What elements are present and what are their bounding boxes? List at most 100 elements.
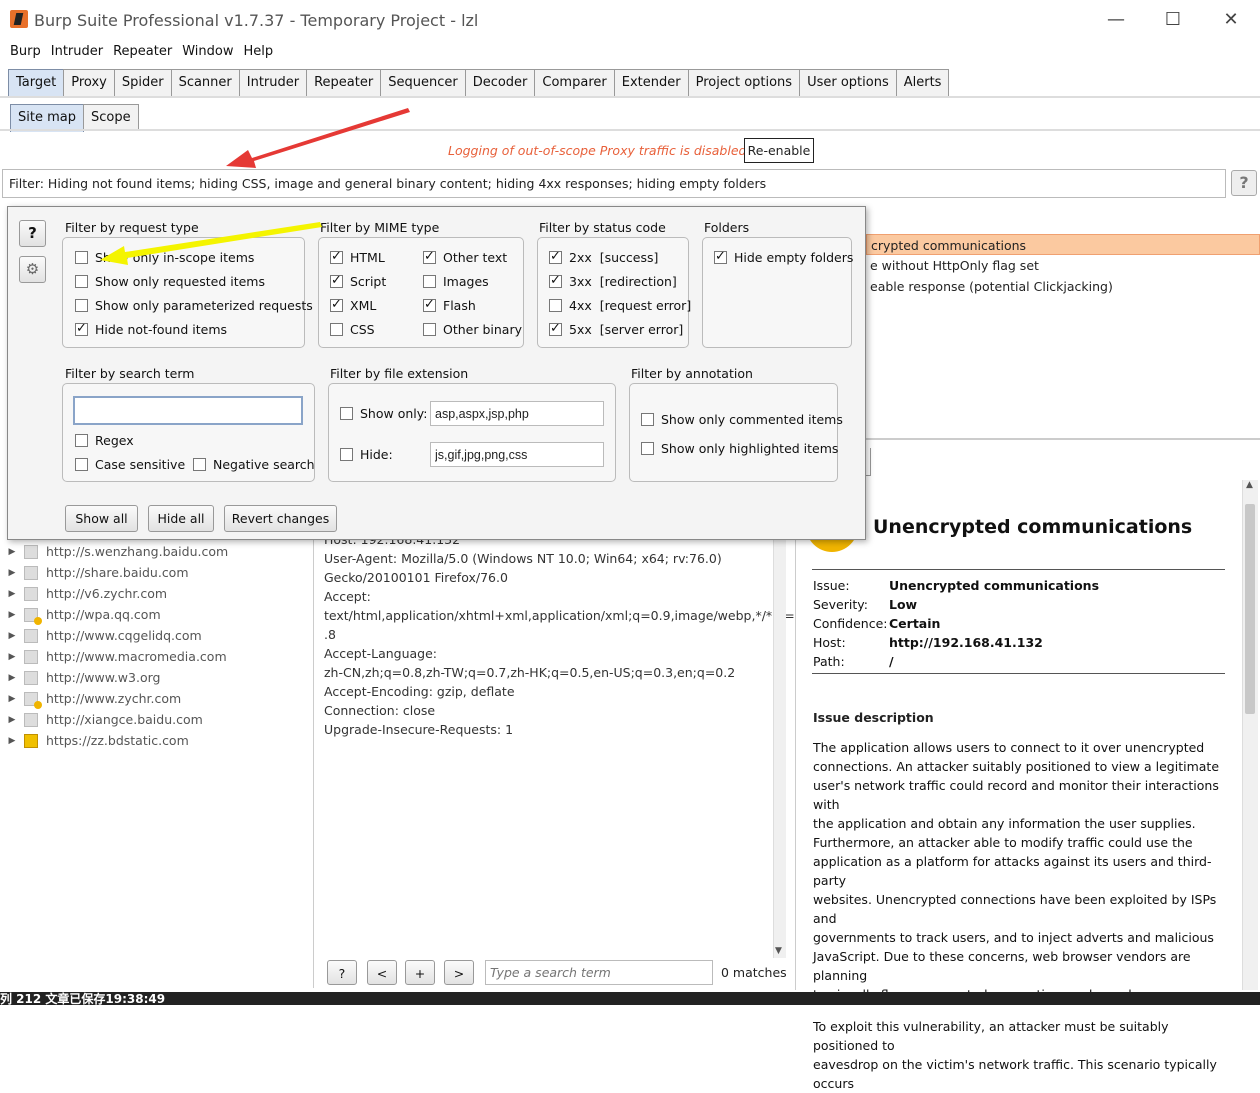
tab-target[interactable]: Target <box>8 69 65 97</box>
tree-node[interactable]: ▶ http://wpa.qq.com <box>6 604 313 625</box>
request-line: User-Agent: Mozilla/5.0 (Windows NT 10.0… <box>324 551 722 566</box>
search-term-label: Filter by search term <box>65 366 195 381</box>
request-line: Accept-Encoding: gzip, deflate <box>324 684 515 699</box>
tab-user-options[interactable]: User options <box>799 69 897 96</box>
parameterized-checkbox[interactable]: Show only parameterized requests <box>75 298 313 313</box>
show-only-ext-checkbox[interactable]: Show only: <box>340 406 427 421</box>
search-term-input[interactable] <box>73 396 303 425</box>
tree-node[interactable]: ▶ http://share.baidu.com <box>6 562 313 583</box>
search-next-button[interactable]: > <box>444 960 474 985</box>
regex-checkbox[interactable]: Regex <box>75 433 134 448</box>
burp-logo-icon <box>10 10 28 28</box>
annotation-group <box>629 383 838 482</box>
requested-checkbox[interactable]: Show only requested items <box>75 274 265 289</box>
advisory-rule <box>812 569 1225 570</box>
request-scrollbar[interactable]: ▼ <box>773 540 786 958</box>
mime-othertext-checkbox[interactable]: Other text <box>423 249 507 265</box>
revert-changes-button[interactable]: Revert changes <box>224 505 337 532</box>
hide-empty-folders-checkbox[interactable]: Hide empty folders <box>714 249 853 265</box>
show-all-button[interactable]: Show all <box>65 505 138 532</box>
issues-list: crypted communications e without HttpOnl… <box>866 232 1260 440</box>
menu-burp[interactable]: Burp <box>7 40 44 64</box>
reenable-button[interactable]: Re-enable <box>744 138 814 163</box>
status-4xx-checkbox[interactable]: 4xx [request error] <box>549 298 691 313</box>
issues-divider <box>866 438 1260 440</box>
request-viewer: Host: 192.168.41.132 User-Agent: Mozilla… <box>316 532 803 988</box>
search-add-button[interactable]: + <box>405 960 435 985</box>
hide-ext-checkbox[interactable]: Hide: <box>340 447 393 462</box>
gear-icon[interactable]: ⚙ <box>19 256 46 283</box>
mime-images-checkbox[interactable]: Images <box>423 274 489 289</box>
hide-all-button[interactable]: Hide all <box>148 505 214 532</box>
issue-row[interactable]: crypted communications <box>866 234 1260 255</box>
tab-sequencer[interactable]: Sequencer <box>380 69 466 96</box>
tree-node[interactable]: ▶ http://s.wenzhang.baidu.com <box>6 541 313 562</box>
maximize-button[interactable]: ☐ <box>1153 6 1193 34</box>
tree-node[interactable]: ▶ http://www.cqgelidq.com <box>6 625 313 646</box>
tab-spider[interactable]: Spider <box>113 69 172 96</box>
tab-repeater[interactable]: Repeater <box>306 69 382 96</box>
tree-node[interactable]: ▶ http://www.zychr.com <box>6 688 313 709</box>
request-line: Gecko/20100101 Firefox/76.0 <box>324 570 508 585</box>
menu-repeater[interactable]: Repeater <box>110 40 175 64</box>
tree-node[interactable]: ▶ http://www.macromedia.com <box>6 646 313 667</box>
filter-popup: ? ⚙ Filter by request type Show only in-… <box>7 206 866 540</box>
issue-row[interactable]: e without HttpOnly flag set <box>866 255 1260 276</box>
menu-intruder[interactable]: Intruder <box>48 40 106 64</box>
show-only-ext-input[interactable] <box>430 401 604 426</box>
tab-extender[interactable]: Extender <box>613 69 689 96</box>
filter-help-button[interactable]: ? <box>1231 170 1257 196</box>
tree-node[interactable]: ▶ http://xiangce.baidu.com <box>6 709 313 730</box>
annotation-label: Filter by annotation <box>631 366 753 381</box>
close-button[interactable]: ✕ <box>1211 6 1251 34</box>
request-type-label: Filter by request type <box>65 220 199 235</box>
mime-otherbinary-checkbox[interactable]: Other binary <box>423 322 522 337</box>
negative-search-checkbox[interactable]: Negative search <box>193 457 315 472</box>
issue-row[interactable]: eable response (potential Clickjacking) <box>866 276 1260 297</box>
mime-flash-checkbox[interactable]: Flash <box>423 297 476 313</box>
tab-project-options[interactable]: Project options <box>687 69 801 96</box>
status-3xx-checkbox[interactable]: 3xx [redirection] <box>549 273 677 289</box>
menu-window[interactable]: Window <box>179 40 236 64</box>
folder-icon <box>24 565 38 580</box>
case-sensitive-checkbox[interactable]: Case sensitive <box>75 457 185 472</box>
tab-scanner[interactable]: Scanner <box>170 69 240 96</box>
tree-node[interactable]: ▶ http://v6.zychr.com <box>6 583 313 604</box>
search-prev-button[interactable]: < <box>367 960 397 985</box>
tree-node[interactable]: ▶ https://zz.bdstatic.com <box>6 730 313 751</box>
hide-notfound-checkbox[interactable]: Hide not-found items <box>75 321 227 337</box>
folder-icon <box>24 691 42 709</box>
menu-bar: Burp Intruder Repeater Window Help <box>0 40 1260 64</box>
search-help-button[interactable]: ? <box>327 960 357 985</box>
mime-xml-checkbox[interactable]: XML <box>330 297 376 313</box>
tab-intruder[interactable]: Intruder <box>238 69 308 96</box>
hide-ext-input[interactable] <box>430 442 604 467</box>
status-2xx-checkbox[interactable]: 2xx [success] <box>549 249 658 265</box>
search-input[interactable] <box>485 960 713 985</box>
minimize-button[interactable]: — <box>1096 6 1136 34</box>
filter-bar[interactable]: Filter: Hiding not found items; hiding C… <box>2 169 1226 198</box>
commented-checkbox[interactable]: Show only commented items <box>641 412 843 427</box>
mime-html-checkbox[interactable]: HTML <box>330 249 385 265</box>
folders-label: Folders <box>704 220 750 235</box>
scroll-thumb[interactable] <box>1245 504 1255 714</box>
tab-comparer[interactable]: Comparer <box>534 69 615 96</box>
menu-help[interactable]: Help <box>240 40 276 64</box>
mime-css-checkbox[interactable]: CSS <box>330 322 375 337</box>
advisory-scrollbar[interactable]: ▲ <box>1242 480 1258 990</box>
mime-script-checkbox[interactable]: Script <box>330 273 386 289</box>
tab-site-map[interactable]: Site map <box>10 104 84 132</box>
tab-proxy[interactable]: Proxy <box>63 69 115 96</box>
folder-icon <box>24 712 38 727</box>
highlighted-checkbox[interactable]: Show only highlighted items <box>641 441 838 456</box>
inscope-checkbox[interactable]: Show only in-scope items <box>75 250 254 265</box>
scroll-down-icon[interactable]: ▼ <box>775 946 782 956</box>
popup-help-button[interactable]: ? <box>19 220 46 247</box>
tab-alerts[interactable]: Alerts <box>895 69 950 96</box>
tab-decoder[interactable]: Decoder <box>464 69 536 96</box>
status-5xx-checkbox[interactable]: 5xx [server error] <box>549 321 683 337</box>
advisory-pane: Unencrypted communications Issue: Unencry… <box>796 480 1260 1091</box>
folder-icon <box>24 649 38 664</box>
tree-node[interactable]: ▶ http://www.w3.org <box>6 667 313 688</box>
tab-scope[interactable]: Scope <box>82 104 139 131</box>
